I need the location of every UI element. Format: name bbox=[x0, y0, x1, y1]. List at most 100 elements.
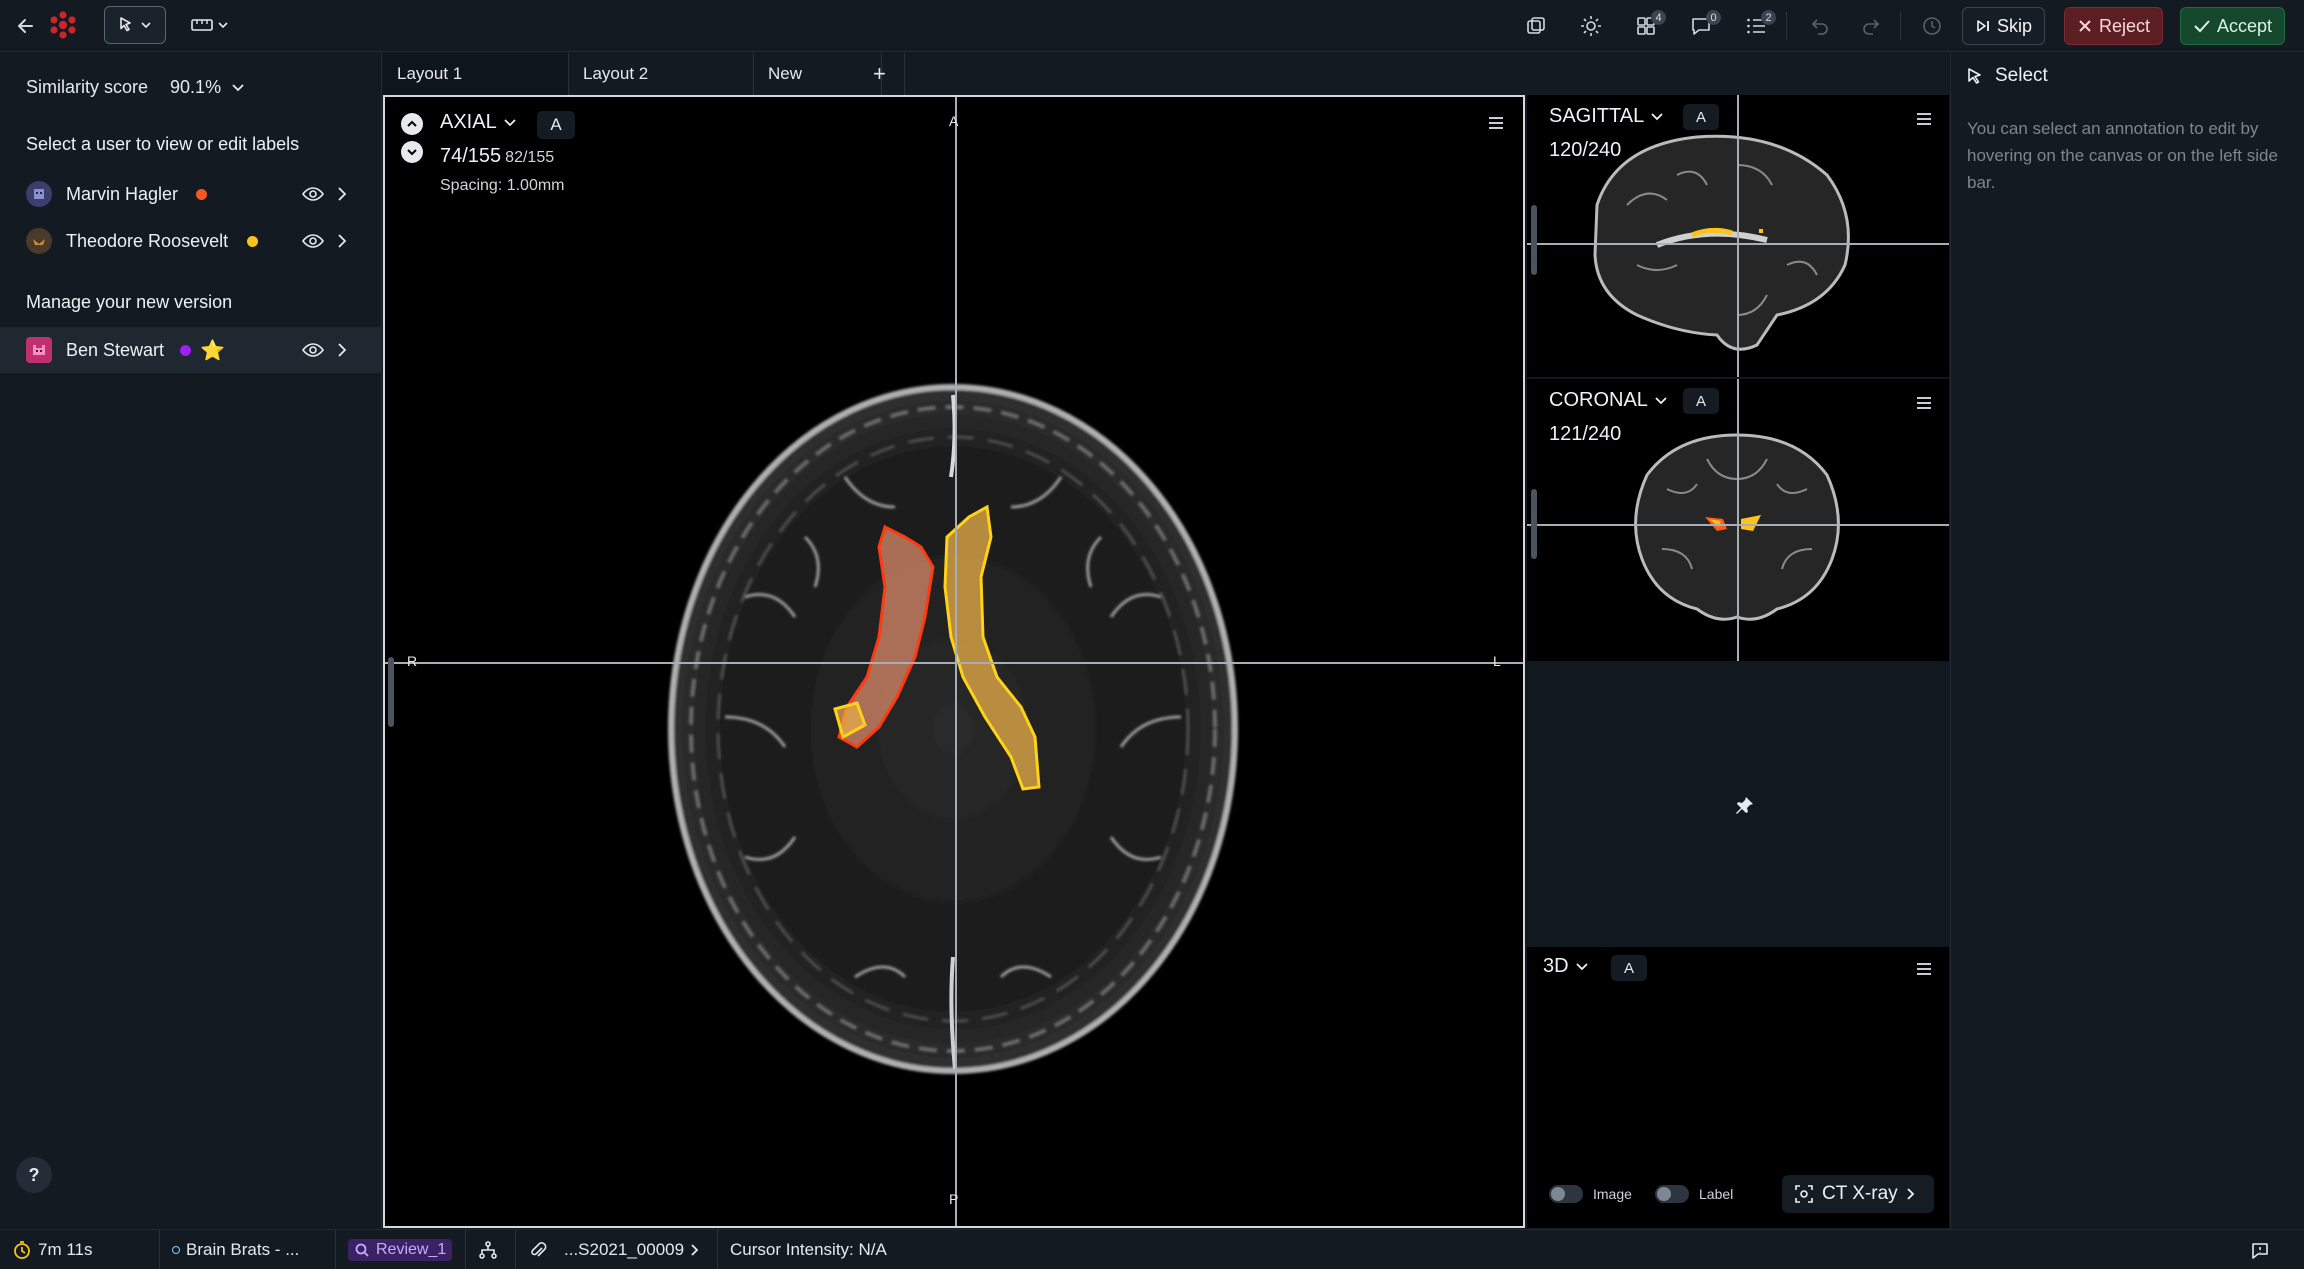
3d-viewport[interactable]: 3D A Image Label CT X-ray bbox=[1527, 947, 1949, 1228]
sagittal-viewport[interactable]: SAGITTAL A 120/240 bbox=[1527, 95, 1949, 377]
modality-button[interactable]: CT X-ray bbox=[1782, 1175, 1934, 1213]
timer-icon bbox=[14, 1241, 30, 1259]
slice-scrollbar[interactable] bbox=[1531, 489, 1537, 559]
annotation-mode-button[interactable]: A bbox=[537, 111, 575, 139]
check-icon bbox=[2194, 20, 2210, 33]
history-icon[interactable] bbox=[1920, 14, 1944, 38]
viewport-menu-icon[interactable] bbox=[1915, 395, 1933, 411]
redo-icon[interactable] bbox=[1859, 14, 1883, 38]
file-name[interactable]: ...S2021_00009 bbox=[516, 1230, 718, 1269]
accept-button[interactable]: Accept bbox=[2180, 7, 2286, 45]
help-button[interactable]: ? bbox=[16, 1157, 52, 1193]
pointer-select-icon bbox=[1968, 68, 1981, 84]
slice-indicator: 74/155 82/155 bbox=[440, 145, 554, 168]
chevron-right-icon bbox=[691, 1244, 699, 1256]
coronal-view-dropdown[interactable]: CORONAL bbox=[1549, 389, 1668, 412]
list-icon[interactable]: 2 bbox=[1744, 10, 1776, 38]
orientation-right: L bbox=[1493, 653, 1501, 669]
crosshair-horizontal[interactable] bbox=[385, 662, 1523, 664]
timer: 7m 11s bbox=[0, 1230, 160, 1269]
viewport-menu-icon[interactable] bbox=[1487, 115, 1505, 131]
undo-icon[interactable] bbox=[1808, 14, 1832, 38]
pointer-select-icon[interactable] bbox=[104, 6, 166, 44]
arrow-left-icon[interactable] bbox=[14, 14, 38, 38]
viewport-menu-icon[interactable] bbox=[1915, 111, 1933, 127]
app-logo-icon[interactable] bbox=[46, 8, 80, 42]
empty-viewport-slot[interactable] bbox=[1527, 663, 1949, 945]
eye-icon[interactable] bbox=[302, 342, 324, 358]
axial-view-dropdown[interactable]: AXIAL bbox=[440, 111, 517, 134]
grid-icon[interactable]: 4 bbox=[1634, 10, 1666, 38]
label-switch[interactable] bbox=[1655, 1185, 1689, 1203]
eye-icon[interactable] bbox=[302, 186, 324, 202]
right-panel: Select You can select an annotation to e… bbox=[1950, 53, 2304, 1228]
layers-icon[interactable] bbox=[1524, 14, 1548, 38]
project-name[interactable]: Brain Brats - ... bbox=[160, 1230, 336, 1269]
chevron-up-icon bbox=[407, 120, 417, 127]
eye-icon[interactable] bbox=[302, 233, 324, 249]
crosshair-vertical[interactable] bbox=[1737, 379, 1739, 661]
chevron-right-icon[interactable] bbox=[336, 233, 348, 249]
annotation-mode-button[interactable]: A bbox=[1683, 388, 1719, 414]
chevron-down-icon bbox=[1651, 112, 1663, 120]
similarity-dropdown[interactable]: 90.1% bbox=[170, 77, 245, 98]
view-title: 3D bbox=[1543, 955, 1569, 977]
annotation-mode-button[interactable]: A bbox=[1611, 955, 1647, 981]
panel-title: Select bbox=[1965, 65, 2048, 87]
skip-label: Skip bbox=[1997, 15, 2033, 36]
orientation-top: A bbox=[949, 113, 959, 129]
user-row-theodore-roosevelt[interactable]: Theodore Roosevelt bbox=[0, 218, 382, 264]
slice-up-button[interactable] bbox=[401, 113, 423, 135]
crosshair-vertical[interactable] bbox=[1737, 95, 1739, 377]
ruler-icon[interactable] bbox=[188, 10, 234, 40]
scan-icon bbox=[1795, 1185, 1813, 1203]
annotation-mode-button[interactable]: A bbox=[1683, 104, 1719, 130]
star-icon: ⭐ bbox=[200, 339, 225, 362]
slice-scrollbar[interactable] bbox=[388, 657, 394, 727]
slice-value: 74/155 bbox=[440, 145, 502, 167]
manage-version-title: Manage your new version bbox=[26, 292, 233, 312]
review-badge: Review_1 bbox=[348, 1239, 453, 1261]
review-stage[interactable]: Review_1 bbox=[336, 1230, 466, 1269]
reject-button[interactable]: Reject bbox=[2064, 7, 2164, 45]
image-toggle-label: Image bbox=[1593, 1186, 1632, 1202]
user-row-ben-stewart[interactable]: Ben Stewart ⭐ bbox=[0, 327, 382, 373]
timer-value: 7m 11s bbox=[38, 1240, 93, 1259]
slice-down-button[interactable] bbox=[401, 141, 423, 163]
pin-icon[interactable] bbox=[1735, 795, 1755, 815]
feedback-icon[interactable] bbox=[2250, 1240, 2270, 1260]
chevron-down-icon bbox=[407, 149, 417, 156]
similarity-score: Similarity score 90.1% bbox=[26, 77, 245, 98]
tab-label: Layout 1 bbox=[397, 64, 463, 83]
axial-viewport[interactable]: A P R L AXIAL A 74/155 82/155 Spacing: 1.… bbox=[383, 95, 1525, 1228]
user-row-marvin-hagler[interactable]: Marvin Hagler bbox=[0, 171, 382, 217]
crosshair-horizontal[interactable] bbox=[1527, 524, 1949, 526]
add-tab-button[interactable]: + bbox=[859, 53, 905, 95]
slice-scrollbar[interactable] bbox=[1531, 205, 1537, 275]
select-user-title: Select a user to view or edit labels bbox=[26, 134, 300, 154]
user-name: Theodore Roosevelt bbox=[66, 230, 229, 251]
workflow-icon[interactable] bbox=[466, 1230, 516, 1269]
chevron-down-icon bbox=[1655, 396, 1667, 404]
avatar bbox=[26, 228, 52, 254]
tab-layout-1[interactable]: Layout 1 bbox=[383, 53, 569, 95]
3d-view-dropdown[interactable]: 3D bbox=[1543, 955, 1589, 978]
viewport-menu-icon[interactable] bbox=[1915, 961, 1933, 977]
label-toggle[interactable]: Label bbox=[1655, 1185, 1733, 1203]
crosshair-horizontal[interactable] bbox=[1527, 243, 1949, 245]
coronal-viewport[interactable]: CORONAL A 121/240 bbox=[1527, 379, 1949, 661]
slice-secondary: 82/155 bbox=[505, 149, 555, 166]
label-toggle-label: Label bbox=[1699, 1186, 1734, 1202]
skip-button[interactable]: Skip bbox=[1962, 7, 2046, 45]
review-label: Review_1 bbox=[376, 1241, 447, 1258]
comment-icon[interactable]: 0 bbox=[1689, 10, 1721, 38]
image-switch[interactable] bbox=[1549, 1185, 1583, 1203]
sagittal-view-dropdown[interactable]: SAGITTAL bbox=[1549, 105, 1664, 128]
view-title: AXIAL bbox=[440, 111, 497, 133]
chevron-right-icon[interactable] bbox=[336, 342, 348, 358]
brightness-icon[interactable] bbox=[1579, 14, 1603, 38]
image-toggle[interactable]: Image bbox=[1549, 1185, 1632, 1203]
chevron-right-icon[interactable] bbox=[336, 186, 348, 202]
avatar bbox=[26, 337, 52, 363]
tab-layout-2[interactable]: Layout 2 bbox=[569, 53, 754, 95]
